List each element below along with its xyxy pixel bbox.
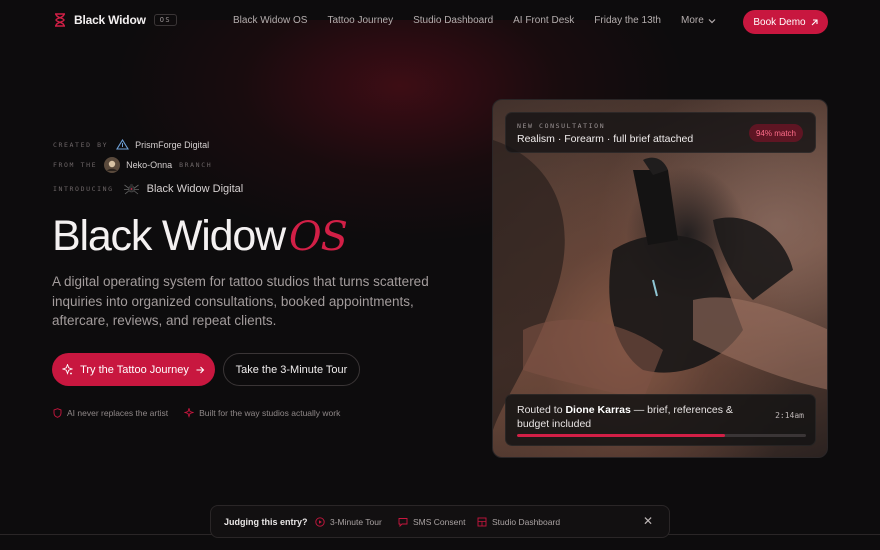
judging-dashboard-link[interactable]: Studio Dashboard <box>477 517 560 527</box>
nav-links: Black Widow OS Tattoo Journey Studio Das… <box>233 15 736 26</box>
routing-prefix: Routed to <box>517 404 566 416</box>
hourglass-icon <box>54 13 66 27</box>
hero-title-text: Black Widow <box>52 212 286 260</box>
nav-ai-front-desk[interactable]: AI Front Desk <box>513 15 574 26</box>
top-nav: Black Widow OS Black Widow OS Tattoo Jou… <box>0 0 880 44</box>
arrow-up-right-icon <box>811 18 818 26</box>
credit-from-label: FROM THE <box>53 161 98 169</box>
grid-icon <box>477 517 487 527</box>
note-ai-artist: AI never replaces the artist <box>53 408 168 418</box>
hero-image-card: NEW CONSULTATION Realism · Forearm · ful… <box>492 99 828 458</box>
routing-artist: Dione Karras <box>565 404 631 416</box>
credit-introducing: INTRODUCING Black Widow Digital <box>53 180 243 197</box>
take-tour-button[interactable]: Take the 3-Minute Tour <box>223 353 360 386</box>
consultation-kicker: NEW CONSULTATION <box>517 122 606 130</box>
spider-icon <box>123 180 140 197</box>
shield-icon <box>53 408 62 418</box>
triangle-logo-icon <box>116 139 130 150</box>
brand-name: Black Widow <box>74 13 146 27</box>
routing-progress-fill <box>517 434 726 437</box>
arrow-right-icon <box>196 366 205 374</box>
credit-created-by-value: PrismForge Digital <box>135 139 210 150</box>
hero-notes: AI never replaces the artist Built for t… <box>53 408 340 418</box>
credit-introducing-label: INTRODUCING <box>53 184 114 193</box>
close-icon[interactable]: ✕ <box>643 515 653 527</box>
hero-subtitle: A digital operating system for tattoo st… <box>52 274 429 328</box>
try-tattoo-journey-label: Try the Tattoo Journey <box>80 363 189 376</box>
routing-message: Routed to Dione Karras — brief, referenc… <box>517 403 762 431</box>
nav-studio-dashboard[interactable]: Studio Dashboard <box>413 15 493 26</box>
chevron-down-icon <box>708 18 716 24</box>
note-built-for-studios: Built for the way studios actually work <box>184 408 340 418</box>
try-tattoo-journey-button[interactable]: Try the Tattoo Journey <box>52 353 215 386</box>
page-title: Black Widow OS <box>52 212 348 261</box>
judging-sms-link[interactable]: SMS Consent <box>398 517 465 527</box>
credit-created-by: CREATED BY PrismForge Digital <box>53 139 209 150</box>
credit-from: FROM THE Neko-Onna BRANCH <box>53 157 212 173</box>
nav-tattoo-journey[interactable]: Tattoo Journey <box>327 15 393 26</box>
nav-black-widow-os[interactable]: Black Widow OS <box>233 15 307 26</box>
judging-tour-label: 3-Minute Tour <box>330 516 382 527</box>
hero-title-accent: OS <box>288 214 348 260</box>
judging-label: Judging this entry? <box>224 516 308 527</box>
avatar-icon <box>104 157 121 173</box>
judging-dashboard-label: Studio Dashboard <box>492 516 561 527</box>
nav-friday-13th[interactable]: Friday the 13th <box>594 15 661 26</box>
nav-more-label: More <box>681 15 704 26</box>
routing-card: Routed to Dione Karras — brief, referenc… <box>505 394 816 446</box>
consultation-title: Realism · Forearm · full brief attached <box>517 133 694 145</box>
take-tour-label: Take the 3-Minute Tour <box>235 363 348 376</box>
credit-introducing-value: Black Widow Digital <box>146 182 244 195</box>
book-demo-button[interactable]: Book Demo <box>743 10 828 34</box>
consultation-card: NEW CONSULTATION Realism · Forearm · ful… <box>505 112 816 153</box>
routing-progress <box>517 434 806 437</box>
judging-tour-link[interactable]: 3-Minute Tour <box>315 517 382 527</box>
routing-time: 2:14am <box>775 411 804 420</box>
message-icon <box>398 517 408 527</box>
judging-sms-label: SMS Consent <box>413 516 466 527</box>
note-built-for-studios-text: Built for the way studios actually work <box>199 408 341 418</box>
sparkle-icon <box>184 408 195 418</box>
book-demo-label: Book Demo <box>753 16 806 28</box>
judging-bar: Judging this entry? 3-Minute Tour SMS Co… <box>210 505 670 538</box>
match-badge: 94% match <box>748 124 803 142</box>
note-ai-artist-text: AI never replaces the artist <box>67 408 169 418</box>
credit-from-value: Neko-Onna <box>126 160 173 170</box>
play-circle-icon <box>315 516 325 527</box>
brand[interactable]: Black Widow OS <box>54 13 178 27</box>
credit-from-suffix: BRANCH <box>179 161 213 169</box>
os-badge: OS <box>153 14 178 26</box>
credit-created-by-label: CREATED BY <box>53 140 109 149</box>
nav-more[interactable]: More <box>681 15 716 26</box>
sparkle-icon <box>62 364 74 375</box>
